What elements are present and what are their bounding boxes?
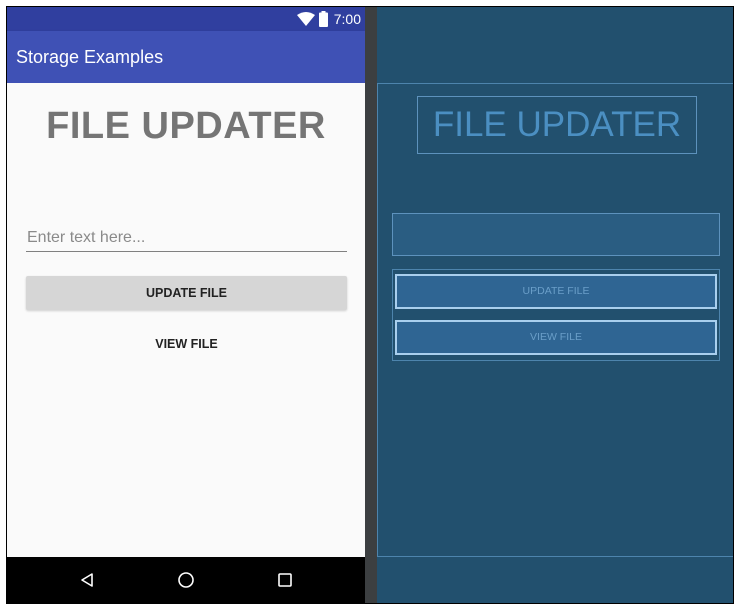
window-border [6, 6, 734, 604]
layout-editor-frame: 7:00 Storage Examples FILE UPDATER UPDAT… [0, 0, 734, 604]
